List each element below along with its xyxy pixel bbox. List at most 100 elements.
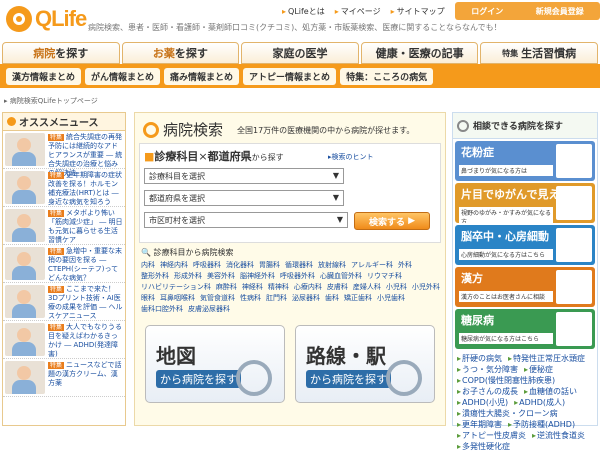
department-link[interactable]: 神経内科	[160, 260, 188, 271]
department-link[interactable]: 胃腸科	[259, 260, 280, 271]
disease-name: 花粉症	[461, 146, 494, 159]
disease-banner[interactable]: 片目でゆがんで見える 視野のゆがみ・かすみが気になる方	[455, 183, 595, 223]
department-link[interactable]: 呼吸器科	[193, 260, 221, 271]
disease-name: 脳卒中・心房細動	[461, 230, 549, 243]
recommend-icon	[7, 117, 16, 126]
department-link[interactable]: 歯科	[325, 293, 339, 304]
disease-link[interactable]: 特発性正常圧水頭症	[508, 353, 585, 364]
list-item[interactable]: 特集 大人でもなりうる目を疑えばわかるきっかけ ― ADHD(発達障害)	[3, 321, 125, 359]
department-link[interactable]: 眼科	[141, 293, 155, 304]
disease-link[interactable]: お子さんの成長	[457, 386, 518, 397]
disease-link[interactable]: 血糖値の話い	[524, 386, 577, 397]
department-link[interactable]: 麻酔科	[216, 282, 237, 293]
disease-banner[interactable]: 脳卒中・心房細動 心房細動が気になる方はこちら	[455, 225, 595, 265]
tab-home-medicine[interactable]: 家庭の医学	[241, 42, 359, 64]
disease-desc: 心房細動が気になる方はこちら	[459, 249, 553, 260]
department-link[interactable]: リウマチ科	[367, 271, 402, 282]
disease-link[interactable]: 便秘症	[524, 364, 553, 375]
magnifier-icon: 🔍	[141, 248, 151, 257]
disease-banner[interactable]: 花粉症 鼻づまりが気になる方は	[455, 141, 595, 181]
search-button[interactable]: 検索する ▶	[354, 212, 430, 230]
department-link[interactable]: 矯正歯科	[344, 293, 372, 304]
department-link[interactable]: 小児外科	[412, 282, 440, 293]
department-link[interactable]: 整形外科	[141, 271, 169, 282]
disease-banner[interactable]: 漢方 漢方のことはお医者さんに相談	[455, 267, 595, 307]
disease-link[interactable]: 潰瘍性大腸炎・クローン病	[457, 408, 558, 419]
department-select[interactable]: 診療科目を選択 ▼	[144, 168, 344, 184]
disease-link[interactable]: 逆流性食道炎	[532, 430, 585, 441]
department-link[interactable]: 皮膚泌尿器科	[188, 304, 230, 315]
subnav-kampo[interactable]: 漢方情報まとめ	[6, 67, 82, 85]
logo-text: QLife	[35, 6, 87, 31]
subnav-atopy[interactable]: アトピー情報まとめ	[243, 67, 337, 85]
list-item[interactable]: 特集 急増中・重要な末梢の要因を探る ― CTEPH(シーテフ)ってどんな病気？	[3, 245, 125, 283]
tab-lifestyle[interactable]: 特集 生活習慣病	[480, 42, 598, 64]
city-select[interactable]: 市区町村を選択 ▼	[144, 212, 348, 228]
department-link[interactable]: 消化器科	[226, 260, 254, 271]
department-link[interactable]: 歯科口腔外科	[141, 304, 183, 315]
subnav-pain[interactable]: 痛み情報まとめ	[164, 67, 240, 85]
disease-link[interactable]: ADHD(小児)	[457, 397, 508, 408]
magnifier-icon	[143, 121, 159, 138]
department-link[interactable]: 外科	[398, 260, 412, 271]
search-title: 病院検索	[143, 119, 223, 140]
department-link[interactable]: 皮膚科	[327, 282, 348, 293]
department-link[interactable]: 小児歯科	[377, 293, 405, 304]
disease-link[interactable]: 肝硬の病気	[457, 353, 502, 364]
department-link[interactable]: 美容外科	[207, 271, 235, 282]
map-search-button[interactable]: 地図 から病院を探す	[145, 325, 285, 403]
breadcrumb: ▸ 病院検索QLifeトップページ	[4, 97, 98, 105]
department-link[interactable]: 気管食道科	[200, 293, 235, 304]
list-item[interactable]: 特集 ニュースなどで話題の漢方クリーム、漢方薬	[3, 359, 125, 397]
disease-link[interactable]: ADHD(成人)	[514, 397, 565, 408]
department-link[interactable]: 呼吸器外科	[280, 271, 315, 282]
department-link[interactable]: リハビリテーション科	[141, 282, 211, 293]
department-link[interactable]: 小児科	[386, 282, 407, 293]
station-search-button[interactable]: 路線・駅 から病院を探す	[295, 325, 435, 403]
department-link[interactable]: 内科	[141, 260, 155, 271]
disease-banner[interactable]: 糖尿病 糖尿病が気になる方はこちら	[455, 309, 595, 349]
disease-link[interactable]: COPD(慢性閉塞性肺疾患)	[457, 375, 555, 386]
subnav-cancer[interactable]: がん情報まとめ	[85, 67, 161, 85]
sub-nav: 漢方情報まとめ がん情報まとめ 痛み情報まとめ アトピー情報まとめ 特集：こころ…	[0, 64, 600, 88]
department-link[interactable]: 耳鼻咽喉科	[160, 293, 195, 304]
disease-link[interactable]: 多発性硬化症	[457, 441, 510, 452]
logo[interactable]: QLife	[6, 4, 88, 34]
search-hint-link[interactable]: ▸検索のヒント	[328, 152, 374, 162]
register-button[interactable]: 新規会員登録	[536, 6, 584, 17]
disease-link[interactable]: 更年期障害	[457, 419, 502, 430]
department-link[interactable]: アレルギー科	[351, 260, 393, 271]
department-link[interactable]: 形成外科	[174, 271, 202, 282]
department-link[interactable]: 循環器科	[285, 260, 313, 271]
department-link[interactable]: 精神科	[268, 282, 289, 293]
about-link[interactable]: QLifeとは	[282, 6, 325, 17]
department-link[interactable]: 放射線科	[318, 260, 346, 271]
department-link[interactable]: 神経科	[242, 282, 263, 293]
recommend-title: オススメニュース	[3, 113, 125, 131]
disease-link[interactable]: 予防接種(ADHD)	[508, 419, 575, 430]
disease-link[interactable]: アトピー性皮膚炎	[457, 430, 526, 441]
department-link[interactable]: 肛門科	[266, 293, 287, 304]
list-item[interactable]: 特集 更年期障害の症状改善を探る！ホルモン補充療法(HRT)とは ― 身近な病気を…	[3, 169, 125, 207]
stethoscope-icon	[457, 119, 469, 132]
consult-title: 相談できる病院を探す	[453, 113, 597, 139]
tab-medicine[interactable]: お薬 を探す	[121, 42, 240, 64]
department-link[interactable]: 性病科	[240, 293, 261, 304]
tab-hospital[interactable]: 病院 を探す	[2, 42, 120, 64]
department-link[interactable]: 心療内科	[294, 282, 322, 293]
doctor-illustration	[556, 312, 592, 346]
list-item[interactable]: 特集 統合失調症の再発予防には継続的なアドヒアランスが重要 ― 統合失調症の治療と…	[3, 131, 125, 177]
sitemap-link[interactable]: サイトマップ	[391, 6, 445, 17]
department-link[interactable]: 産婦人科	[353, 282, 381, 293]
department-link[interactable]: 脳神経外科	[240, 271, 275, 282]
prefecture-select[interactable]: 都道府県を選択 ▼	[144, 190, 344, 206]
department-link[interactable]: 泌尿器科	[292, 293, 320, 304]
mypage-link[interactable]: マイページ	[335, 6, 381, 17]
tab-articles[interactable]: 健康・医療の記事	[360, 42, 479, 64]
subnav-mental[interactable]: 特集：こころの病気	[340, 67, 434, 85]
login-button[interactable]: ログイン	[471, 6, 503, 17]
list-item[interactable]: 特集 ここまで来た！3Dプリント技術・AI医療の成果を評価 ― ヘルスケアニュース	[3, 283, 125, 321]
list-item[interactable]: 特集 メタボより怖い「筋肉減少症」 ― 明日も元気に暮らせる生活習慣ケア	[3, 207, 125, 245]
disease-link[interactable]: うつ・気分障害	[457, 364, 518, 375]
department-link[interactable]: 心臓血管外科	[320, 271, 362, 282]
